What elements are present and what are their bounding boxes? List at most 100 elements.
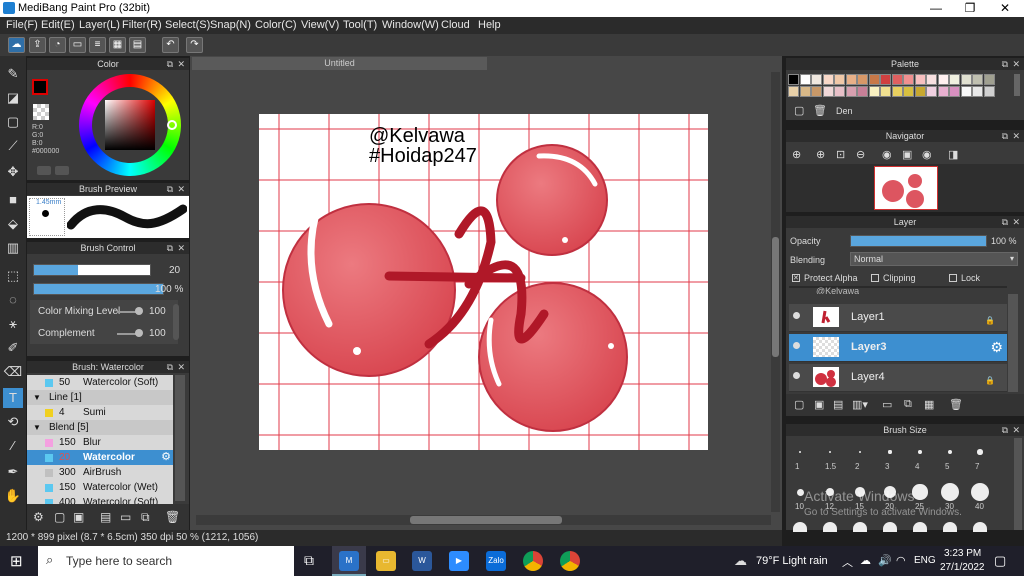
new-halftone-layer-icon[interactable]: ▣ (814, 398, 824, 411)
word-icon[interactable]: W (412, 551, 432, 571)
windows-start-icon[interactable]: ⊞ (10, 552, 23, 570)
rectangle-tool-icon[interactable]: ▢ (3, 112, 23, 132)
palette-swatch[interactable] (834, 74, 845, 85)
palette-trash-icon[interactable]: 🗑 (813, 104, 827, 117)
menu-file[interactable]: File(F) (6, 19, 38, 31)
zoom-in-icon[interactable]: ⊕ (792, 148, 801, 161)
menu-layer[interactable]: Layer(L) (79, 19, 120, 31)
panel-icon[interactable]: ▦ (109, 37, 126, 53)
palette-swatch[interactable] (857, 74, 868, 85)
language-indicator[interactable]: ENG (914, 555, 936, 566)
zoom-out-icon[interactable]: ⊖ (856, 148, 865, 161)
brush-size-dot[interactable] (858, 450, 862, 454)
panel-close-icon[interactable]: ✕ (177, 58, 185, 70)
share-icon[interactable]: ⇪ (29, 37, 46, 53)
brush-control-scrollbar[interactable] (173, 304, 179, 340)
menu-cloud[interactable]: Cloud (441, 19, 470, 31)
palette-swatch[interactable] (972, 86, 983, 97)
panel-close-icon[interactable]: ✕ (177, 183, 185, 195)
folder-icon[interactable]: ▭ (882, 398, 892, 411)
vertical-scroll-thumb[interactable] (772, 237, 779, 357)
palette-swatch[interactable] (949, 86, 960, 97)
brush-row[interactable]: 50 Watercolor (Soft) (27, 375, 173, 390)
palette-add-icon[interactable]: ▢ (794, 104, 804, 117)
palette-swatch[interactable] (880, 74, 891, 85)
eyedropper-tool-icon[interactable]: ⁄ (3, 436, 23, 456)
fill-rect-tool-icon[interactable]: ■ (3, 190, 23, 210)
move-tool-icon[interactable]: ✥ (3, 162, 23, 182)
brush-size-dot[interactable] (947, 449, 953, 455)
palette-swatch[interactable] (811, 74, 822, 85)
brush-group-row[interactable]: ▼ Line [1] (27, 390, 173, 405)
brush-row[interactable]: 300 AirBrush (27, 465, 173, 480)
brush-row-selected[interactable]: 20 Watercolor ⚙ (27, 450, 173, 465)
drawing-canvas[interactable]: @Kelvawa #Hoidap247 (259, 114, 708, 450)
eye-icon[interactable] (793, 312, 800, 319)
expand-arrow-icon[interactable]: ▼ (33, 420, 41, 435)
expand-arrow-icon[interactable]: ▼ (33, 390, 41, 405)
merge-layer-icon[interactable]: ▦ (924, 398, 934, 411)
brush-size-scrollbar[interactable] (1014, 438, 1022, 530)
duplicate-layer-icon[interactable]: ⧉ (904, 398, 912, 411)
palette-swatch[interactable] (799, 86, 811, 97)
blending-select[interactable]: Normal ▾ (850, 252, 1018, 266)
delete-layer-icon[interactable]: 🗑 (949, 398, 963, 411)
popout-icon[interactable]: ⧉ (1002, 216, 1008, 228)
palette-swatch[interactable] (788, 86, 799, 97)
color-tool-button[interactable] (37, 166, 51, 175)
palette-swatch-grid[interactable] (788, 74, 1000, 98)
brush-size-slider[interactable] (33, 264, 151, 276)
layer-list-scrollbar[interactable] (1008, 294, 1018, 392)
speech-bubble-icon[interactable]: ◔ (49, 37, 66, 53)
brush-size-dot[interactable] (883, 522, 897, 532)
palette-swatch[interactable] (960, 86, 972, 97)
bucket-tool-icon[interactable]: ⬙ (3, 214, 23, 234)
popout-icon[interactable]: ⧉ (1002, 58, 1008, 70)
brush-row[interactable]: 150 Blur (27, 435, 173, 450)
weather-text[interactable]: 79°F Light rain (756, 555, 828, 567)
weather-cloud-icon[interactable]: ☁ (734, 553, 747, 569)
document-tab[interactable]: Untitled (192, 57, 487, 70)
color-tool-button[interactable] (55, 166, 69, 175)
popout-icon[interactable]: ⧉ (167, 183, 173, 195)
fit-icon[interactable]: ⊡ (836, 148, 845, 161)
volume-icon[interactable]: 🔊 (878, 554, 892, 567)
panel-close-icon[interactable]: ✕ (1012, 130, 1020, 142)
horizontal-scroll-thumb[interactable] (410, 516, 562, 524)
comment-icon[interactable]: ▭ (69, 37, 86, 53)
brush-size-dot[interactable] (823, 522, 837, 532)
page-icon[interactable]: ≡ (89, 37, 106, 53)
palette-swatch[interactable] (914, 86, 926, 97)
menu-help[interactable]: Help (478, 19, 501, 31)
add-brush-icon[interactable]: ⚙ (33, 510, 44, 524)
palette-swatch[interactable] (868, 86, 880, 97)
brush-size-dot[interactable] (912, 484, 928, 500)
menu-color[interactable]: Color(C) (255, 19, 297, 31)
menu-select[interactable]: Select(S) (165, 19, 210, 31)
palette-swatch[interactable] (903, 74, 914, 85)
palette-swatch[interactable] (937, 86, 949, 97)
undo-icon[interactable]: ↶ (162, 37, 179, 53)
panel-close-icon[interactable]: ✕ (1012, 424, 1020, 436)
brush-row[interactable]: 4 Sumi (27, 405, 173, 420)
layer-row[interactable]: Layer4 🔒 (789, 364, 1007, 392)
brush-size-dot[interactable] (918, 450, 922, 454)
palette-swatch[interactable] (949, 74, 960, 85)
bottom-bubble[interactable] (478, 282, 628, 432)
cloud-sync-icon[interactable]: ☁ (860, 554, 871, 567)
task-view-icon[interactable]: ⧉ (304, 552, 314, 569)
palette-swatch[interactable] (834, 86, 845, 97)
medibang-taskbar-icon[interactable]: M (339, 551, 359, 571)
brush-size-dot[interactable] (977, 449, 983, 455)
palette-swatch[interactable] (972, 74, 983, 85)
cloud-icon[interactable]: ☁ (8, 37, 25, 53)
eye-icon[interactable] (793, 372, 800, 379)
add-layer-dropdown-icon[interactable]: ▥▾ (852, 398, 868, 411)
color-mixing-handle[interactable] (135, 307, 143, 315)
brush-tool-icon[interactable]: ✎ (3, 64, 23, 84)
navigator-thumbnail[interactable] (874, 166, 938, 210)
palette-swatch[interactable] (788, 74, 799, 85)
menu-filter[interactable]: Filter(R) (122, 19, 162, 31)
add-brush-dropdown-icon[interactable]: ▣ (73, 510, 84, 524)
foreground-color-swatch[interactable] (32, 79, 48, 95)
